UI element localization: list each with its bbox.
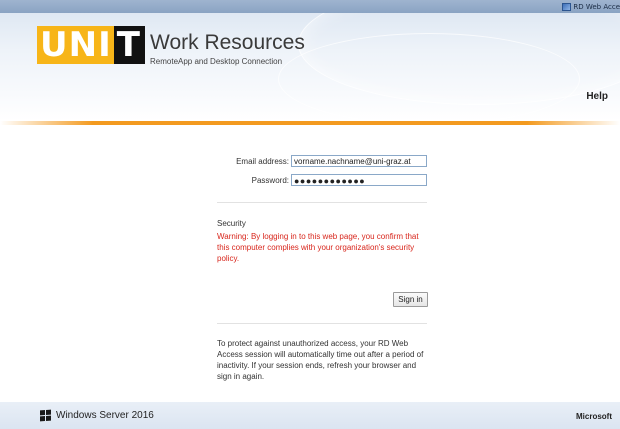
password-field[interactable]: ●●●●●●●●●●●● (291, 174, 427, 186)
email-label: Email address: (236, 157, 289, 166)
security-warning: Warning: By logging in to this web page,… (217, 232, 419, 263)
rd-web-access-icon (562, 2, 572, 11)
timeout-notice: To protect against unauthorized access, … (217, 339, 424, 381)
sign-in-button[interactable]: Sign in (393, 292, 428, 307)
unit-logo: UNI T (37, 26, 145, 64)
help-link[interactable]: Help (586, 91, 608, 102)
logo-part-uni: UNI (37, 26, 114, 64)
windows-logo-icon (40, 409, 51, 422)
windows-server-brand: Windows Server 2016 (40, 409, 154, 422)
top-bar: RD Web Acce (0, 0, 620, 13)
security-heading: Security (217, 219, 246, 228)
divider-security (217, 202, 427, 203)
password-label: Password: (251, 176, 289, 185)
page-subtitle: RemoteApp and Desktop Connection (150, 57, 283, 66)
rd-web-access-tab[interactable]: RD Web Acce (562, 1, 620, 12)
logo-part-t: T (113, 26, 145, 64)
rd-web-access-label: RD Web Acce (573, 2, 620, 11)
divider-info (217, 323, 427, 324)
page-title: Work Resources (150, 31, 305, 54)
microsoft-logo: Microsoft (576, 412, 612, 421)
email-field[interactable]: vorname.nachname@uni-graz.at (291, 155, 427, 167)
header-divider (0, 121, 620, 125)
os-label: Windows Server 2016 (56, 410, 154, 421)
banner-decoration-2 (278, 33, 580, 121)
